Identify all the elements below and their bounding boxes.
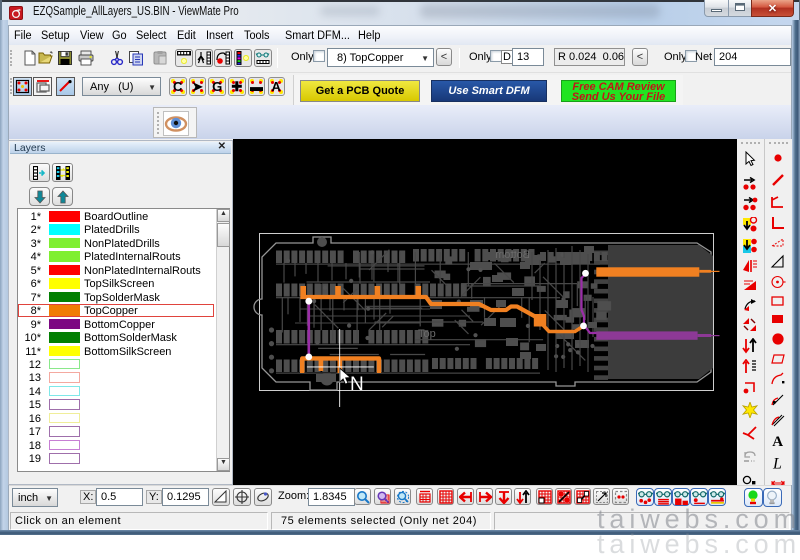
svg-text:N: N (350, 374, 364, 395)
svg-text:Top: Top (418, 328, 436, 340)
svg-text:A: A (772, 434, 783, 449)
svg-text:Bottom: Bottom (495, 249, 530, 261)
svg-text:L: L (772, 455, 782, 471)
